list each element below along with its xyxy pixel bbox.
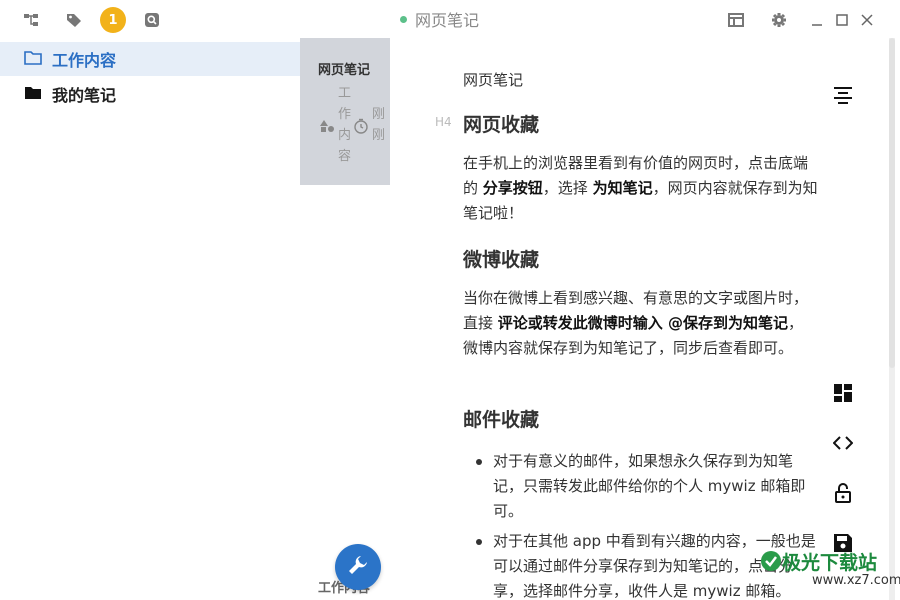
list-item: 对于在其他 app 中看到有兴趣的内容，一般也是可以通过邮件分享保存到为知笔记的… bbox=[463, 529, 818, 600]
heading-level-marker: H4 bbox=[435, 115, 452, 129]
editor-scrollbar[interactable] bbox=[889, 38, 895, 600]
layout-icon[interactable] bbox=[727, 11, 745, 29]
section-paragraph-web: 在手机上的浏览器里看到有价值的网页时，点击底端的 分享按钮，选择 为知笔记，网页… bbox=[463, 154, 818, 222]
note-list: 网页笔记 工作内容 刚刚 bbox=[300, 38, 390, 600]
section-heading-weibo: 微博收藏 bbox=[463, 249, 540, 271]
notification-badge[interactable]: 1 bbox=[100, 7, 126, 33]
gear-icon[interactable] bbox=[770, 11, 788, 29]
wrench-icon bbox=[347, 554, 369, 580]
minimize-icon[interactable] bbox=[808, 11, 826, 29]
code-icon[interactable] bbox=[832, 432, 854, 454]
close-icon[interactable] bbox=[858, 11, 876, 29]
window-title-text: 网页笔记 bbox=[415, 11, 480, 30]
unlock-icon[interactable] bbox=[832, 482, 854, 504]
note-card-category: 工作内容 bbox=[338, 86, 352, 164]
folder-sidebar: 工作内容 我的笔记 bbox=[0, 40, 300, 600]
note-card-time: 刚刚 bbox=[372, 107, 386, 143]
mail-bullet-list: 对于有意义的邮件，如果想永久保存到为知笔记，只需转发此邮件给你的个人 mywiz… bbox=[463, 449, 818, 600]
list-item: 对于有意义的邮件，如果想永久保存到为知笔记，只需转发此邮件给你的个人 mywiz… bbox=[463, 449, 818, 524]
section-heading-web: 网页收藏 bbox=[463, 114, 540, 136]
top-bar: 1 网页笔记 bbox=[0, 0, 900, 38]
shapes-icon bbox=[319, 118, 335, 132]
sidebar-item-label: 我的笔记 bbox=[52, 86, 117, 105]
tag-icon[interactable] bbox=[65, 11, 83, 29]
folder-outline-icon bbox=[24, 50, 42, 69]
sync-status-dot bbox=[400, 15, 407, 23]
note-card[interactable]: 网页笔记 工作内容 刚刚 bbox=[300, 38, 390, 185]
save-icon[interactable] bbox=[832, 532, 854, 554]
note-editor[interactable]: 网页笔记 H4 网页收藏 在手机上的浏览器里看到有价值的网页时，点击底端的 分享… bbox=[390, 38, 890, 600]
sidebar-item-my-notes[interactable]: 我的笔记 bbox=[0, 77, 300, 111]
sidebar-item-work[interactable]: 工作内容 bbox=[0, 42, 300, 76]
tree-icon[interactable] bbox=[22, 11, 40, 29]
section-paragraph-weibo: 当你在微博上看到感兴趣、有意思的文字或图片时，直接 评论或转发此微博时输入 @保… bbox=[463, 289, 809, 357]
sidebar-item-label: 工作内容 bbox=[52, 51, 117, 70]
note-card-title: 网页笔记 bbox=[318, 63, 371, 78]
maximize-icon[interactable] bbox=[833, 11, 851, 29]
window-title: 网页笔记 bbox=[400, 8, 479, 30]
align-center-icon[interactable] bbox=[832, 85, 854, 107]
search-icon[interactable] bbox=[143, 11, 161, 29]
scrollbar-thumb[interactable] bbox=[889, 38, 895, 368]
clock-icon bbox=[353, 118, 369, 134]
folder-filled-icon bbox=[24, 85, 42, 104]
dashboard-icon[interactable] bbox=[832, 382, 854, 404]
note-title: 网页笔记 bbox=[463, 71, 524, 89]
section-heading-mail: 邮件收藏 bbox=[463, 409, 540, 431]
tools-button[interactable] bbox=[335, 544, 381, 590]
